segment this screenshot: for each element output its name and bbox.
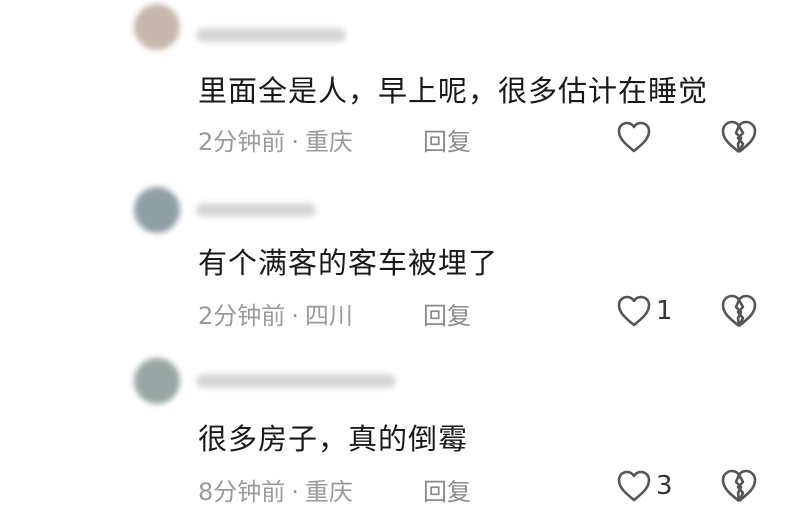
avatar[interactable]	[134, 4, 180, 50]
comment-text: 里面全是人，早上呢，很多估计在睡觉	[198, 74, 709, 108]
comment-meta: 2分钟前 · 重庆	[198, 122, 353, 157]
like-count: 3	[656, 471, 673, 501]
comment-location: 重庆	[304, 478, 353, 506]
reply-button[interactable]: 回复	[423, 296, 471, 331]
meta-separator: ·	[291, 478, 299, 506]
comment-time: 8分钟前	[198, 478, 286, 506]
meta-separator: ·	[291, 128, 299, 156]
avatar[interactable]	[134, 358, 180, 404]
dislike-button[interactable]	[719, 466, 759, 506]
comment-item: 有个满客的客车被埋了 2分钟前 · 四川 回复 1	[0, 173, 800, 346]
username-blurred[interactable]	[196, 28, 346, 42]
comment-text: 有个满客的客车被埋了	[198, 246, 499, 280]
broken-heart-icon	[721, 469, 757, 503]
username-blurred[interactable]	[196, 374, 396, 388]
meta-separator: ·	[291, 302, 299, 330]
heart-outline-icon	[617, 295, 651, 327]
like-button[interactable]: 3	[616, 466, 673, 506]
comment-list: 里面全是人，早上呢，很多估计在睡觉 2分钟前 · 重庆 回复 有个满客的客车被埋了 …	[0, 0, 800, 519]
comment-item: 里面全是人，早上呢，很多估计在睡觉 2分钟前 · 重庆 回复	[0, 0, 800, 173]
dislike-button[interactable]	[719, 117, 759, 157]
heart-outline-icon	[617, 470, 651, 502]
broken-heart-icon	[721, 120, 757, 154]
like-button[interactable]: 1	[616, 291, 673, 331]
comment-location: 重庆	[304, 128, 353, 156]
comment-time: 2分钟前	[198, 128, 286, 156]
comment-meta: 2分钟前 · 四川	[198, 296, 353, 331]
dislike-button[interactable]	[719, 291, 759, 331]
comment-meta: 8分钟前 · 重庆	[198, 472, 353, 507]
like-button[interactable]	[616, 117, 656, 157]
comment-location: 四川	[304, 302, 353, 330]
broken-heart-icon	[721, 294, 757, 328]
comment-item: 很多房子，真的倒霉 8分钟前 · 重庆 回复 3	[0, 346, 800, 519]
like-count: 1	[656, 296, 673, 326]
avatar[interactable]	[134, 187, 180, 233]
comment-time: 2分钟前	[198, 302, 286, 330]
heart-outline-icon	[617, 121, 651, 153]
reply-button[interactable]: 回复	[423, 472, 471, 507]
comment-text: 很多房子，真的倒霉	[198, 422, 469, 456]
reply-button[interactable]: 回复	[423, 122, 471, 157]
username-blurred[interactable]	[196, 203, 316, 217]
